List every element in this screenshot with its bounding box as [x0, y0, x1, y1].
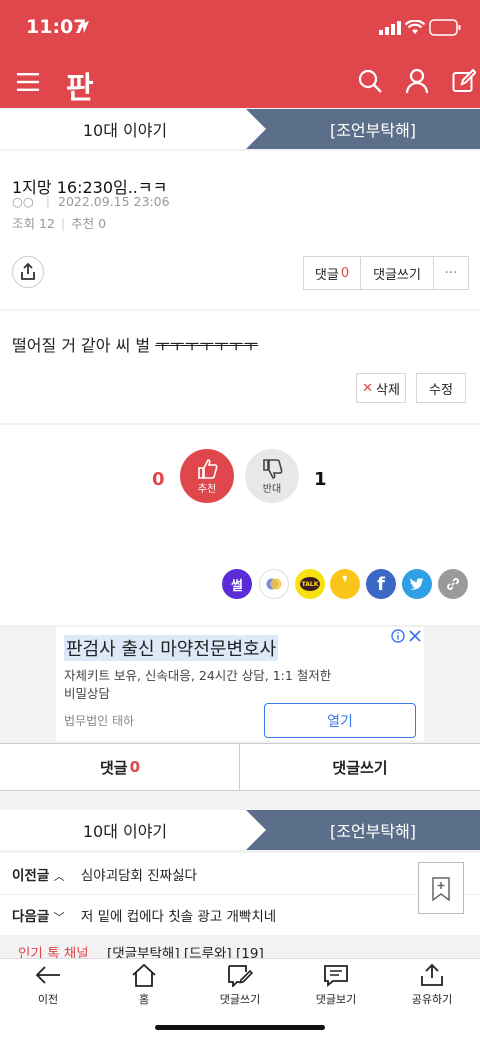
cellular-signal-icon: [379, 21, 401, 35]
compose-icon[interactable]: [452, 69, 476, 93]
prev-post-row[interactable]: 이전글 ︿ 심야괴담회 진짜싫다: [12, 864, 197, 884]
prev-title: 심야괴담회 진짜싫다: [80, 868, 197, 884]
upvote-count: 0: [152, 469, 165, 490]
share-icon: [21, 263, 35, 280]
comment-bar: 댓글 0 댓글쓰기: [0, 743, 480, 791]
home-indicator: [155, 1025, 325, 1030]
search-icon[interactable]: [358, 69, 382, 93]
bookmark-button[interactable]: [418, 862, 464, 914]
share-toolbar-button[interactable]: 공유하기: [392, 963, 472, 1007]
post-content: 떨어질 거 같아 씨 벌 ㅜㅜㅜㅜㅜㅜㅜ: [12, 332, 258, 356]
post-content-text: 떨어질 거 같아 씨 벌: [12, 336, 156, 355]
downvote-button[interactable]: 반대: [245, 449, 299, 503]
post-stats: 조회 12 | 추천 0: [12, 216, 107, 231]
breadcrumb-bottom: 10대 이야기 [조언부탁해]: [0, 810, 480, 850]
comment-tab[interactable]: 댓글 0: [0, 744, 240, 790]
upvote-label: 추천: [197, 483, 217, 495]
status-bar: 11:07: [0, 0, 480, 56]
delete-x-icon: ✕: [362, 380, 373, 396]
thumbs-down-icon: [263, 458, 283, 479]
thumbs-up-icon: [198, 458, 218, 479]
comment-count: 0: [340, 265, 350, 281]
breadcrumb-bottom-category[interactable]: 10대 이야기: [0, 810, 250, 850]
prev-label: 이전글: [12, 868, 50, 884]
kakaotalk-icon[interactable]: TALK: [295, 569, 325, 599]
circle-icon[interactable]: [259, 569, 289, 599]
view-comments-label: 댓글보기: [315, 993, 357, 1006]
views-count: 12: [39, 216, 55, 231]
ad-description-line-2: 비밀상담: [64, 686, 111, 701]
delete-label: 삭제: [375, 382, 400, 398]
downvote-count: 1: [314, 469, 327, 490]
ad-description-line-1: 자체키트 보유, 신속대응, 24시간 상담, 1:1 철저한: [64, 668, 332, 683]
back-label: 이전: [37, 993, 59, 1006]
home-label: 홈: [138, 993, 150, 1006]
write-comment-toolbar-label: 댓글쓰기: [219, 993, 261, 1006]
write-comment-tab[interactable]: 댓글쓰기: [240, 744, 480, 790]
facebook-icon[interactable]: f: [366, 569, 396, 599]
ad-advertiser: 법무법인 태하: [64, 714, 135, 728]
downvote-label: 반대: [262, 483, 282, 495]
link-icon[interactable]: [438, 569, 468, 599]
write-comment-toolbar-button[interactable]: 댓글쓰기: [200, 963, 280, 1007]
post-content-strike: ㅜㅜㅜㅜㅜㅜㅜ: [155, 336, 259, 355]
ad-open-button[interactable]: 열기: [264, 703, 416, 738]
menu-icon[interactable]: [17, 73, 39, 91]
share-upload-icon: [421, 963, 443, 986]
more-button[interactable]: ···: [433, 256, 469, 290]
comment-label: 댓글: [314, 267, 339, 283]
ad-close-icon[interactable]: [409, 630, 421, 642]
view-comments-icon: [324, 965, 348, 987]
ad-banner[interactable]: 판검사 출신 마약전문변호사 자체키트 보유, 신속대응, 24시간 상담, 1…: [56, 627, 424, 741]
post-datetime: 2022.09.15 23:06: [58, 194, 170, 209]
delete-button[interactable]: ✕ 삭제: [356, 373, 406, 403]
sseol-label: 썰: [231, 578, 243, 594]
wifi-icon: [405, 20, 425, 34]
home-button[interactable]: 홈: [104, 963, 184, 1007]
next-post-row[interactable]: 다음글 ﹀ 저 밑에 컵에다 칫솔 광고 개빡치네: [12, 905, 276, 925]
recommend-label: 추천: [71, 216, 95, 231]
recommend-count: 0: [98, 216, 107, 231]
upvote-button[interactable]: 추천: [180, 449, 234, 503]
comment-tab-count: 0: [129, 758, 141, 776]
chevron-down-icon: ﹀: [53, 911, 65, 924]
back-button[interactable]: 이전: [8, 963, 88, 1007]
share-toolbar-label: 공유하기: [411, 993, 453, 1006]
chevron-up-icon: ︿: [53, 870, 65, 883]
location-arrow-icon: [77, 21, 89, 33]
edit-button[interactable]: 수정: [416, 373, 466, 403]
views-label: 조회: [12, 216, 36, 231]
comment-count-button[interactable]: 댓글 0: [303, 256, 361, 290]
user-icon[interactable]: [405, 68, 429, 94]
ad-title[interactable]: 판검사 출신 마약전문변호사: [64, 635, 279, 661]
breadcrumb-bottom-channel[interactable]: [조언부탁해]: [246, 810, 480, 850]
bottom-toolbar: 이전 홈 댓글쓰기 댓글보기 공유하기: [0, 958, 480, 1039]
write-comment-icon: [228, 965, 253, 987]
pann-logo[interactable]: 판: [66, 63, 94, 107]
twitter-icon[interactable]: [402, 569, 432, 599]
battery-icon: [429, 19, 461, 36]
bookmark-add-icon: [432, 877, 450, 901]
post-author: ○○: [12, 194, 34, 209]
post-body: [0, 311, 480, 423]
sseol-icon[interactable]: 썰: [222, 569, 252, 599]
share-circle-button[interactable]: [12, 256, 44, 288]
breadcrumb-category[interactable]: 10대 이야기: [0, 109, 250, 149]
app-header: 판: [0, 56, 480, 108]
ad-info-icon[interactable]: [391, 629, 405, 643]
kakaostory-icon[interactable]: ❜: [330, 569, 360, 599]
home-icon: [132, 963, 156, 987]
comment-tab-label: 댓글: [99, 758, 128, 777]
breadcrumb: 10대 이야기 [조언부탁해]: [0, 109, 480, 149]
breadcrumb-channel[interactable]: [조언부탁해]: [246, 109, 480, 149]
back-arrow-icon: [35, 966, 60, 984]
post-meta: ○○ | 2022.09.15 23:06: [12, 194, 170, 209]
kakaotalk-label: TALK: [300, 577, 320, 591]
next-label: 다음글: [12, 909, 50, 925]
view-comments-button[interactable]: 댓글보기: [296, 963, 376, 1007]
next-title: 저 밑에 컵에다 칫솔 광고 개빡치네: [80, 909, 277, 925]
write-comment-button[interactable]: 댓글쓰기: [360, 256, 434, 290]
